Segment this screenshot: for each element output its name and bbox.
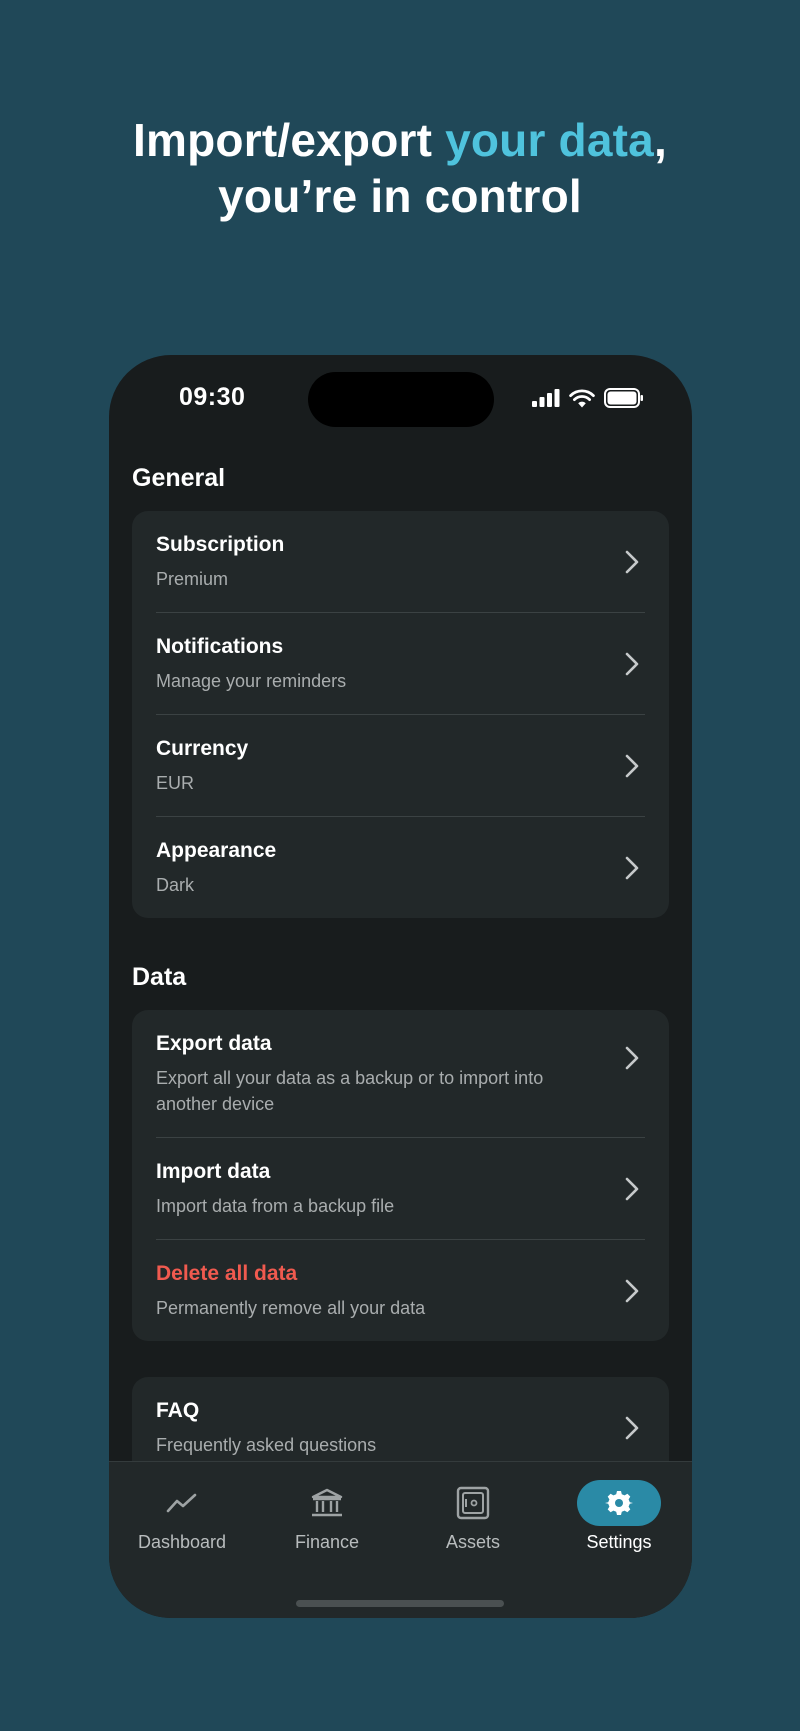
row-subtitle: Manage your reminders <box>156 671 347 691</box>
headline: Import/export your data, you’re in contr… <box>0 112 800 224</box>
row-title: Import data <box>156 1160 271 1183</box>
row-subtitle: Premium <box>156 569 229 589</box>
tab-settings[interactable]: Settings <box>559 1480 679 1562</box>
tab-dashboard[interactable]: Dashboard <box>122 1482 242 1562</box>
settings-row-export-data[interactable]: Export data Export all your data as a ba… <box>156 1010 645 1138</box>
row-subtitle: Permanently remove all your data <box>156 1298 426 1318</box>
headline-line-1: Import/export your data, <box>0 112 800 168</box>
row-title: Notifications <box>156 635 284 658</box>
row-subtitle: Frequently asked questions <box>156 1435 377 1455</box>
tab-label: Assets <box>445 1532 501 1552</box>
signal-icon <box>532 389 560 407</box>
settings-row-notifications[interactable]: Notifications Manage your reminders <box>156 613 645 715</box>
dynamic-island <box>308 372 494 427</box>
bank-icon <box>311 1488 343 1517</box>
chevron-right-icon <box>625 1046 639 1070</box>
tab-icon-wrapper <box>122 1482 242 1524</box>
row-subtitle: Dark <box>156 875 195 895</box>
safe-icon <box>456 1486 490 1520</box>
section-title-data: Data <box>132 963 187 991</box>
row-title: Export data <box>156 1032 272 1055</box>
chart-line-icon <box>166 1493 197 1513</box>
settings-content: General Subscription Premium Notificatio… <box>132 459 669 1478</box>
row-subtitle: Export all your data as a backup or to i… <box>156 1068 544 1114</box>
data-card: Export data Export all your data as a ba… <box>132 1010 669 1341</box>
settings-row-subscription[interactable]: Subscription Premium <box>156 511 645 613</box>
row-title: Currency <box>156 737 249 760</box>
tab-icon-wrapper <box>413 1482 533 1524</box>
chevron-right-icon <box>625 1416 639 1439</box>
chevron-right-icon <box>625 856 639 879</box>
chevron-right-icon <box>625 754 639 777</box>
row-title: Appearance <box>156 839 277 862</box>
status-icons <box>532 388 644 408</box>
tab-label: Settings <box>586 1532 652 1552</box>
headline-comma: , <box>653 114 667 166</box>
status-time: 09:30 <box>179 383 246 411</box>
tab-finance[interactable]: Finance <box>267 1482 387 1562</box>
wifi-icon <box>569 389 595 407</box>
row-title: FAQ <box>156 1399 200 1422</box>
row-title-danger: Delete all data <box>156 1262 298 1285</box>
active-tab-pill <box>577 1480 661 1526</box>
chevron-right-icon <box>625 652 639 675</box>
phone-frame: 09:30 General Subscription Premium Notif… <box>109 355 692 1618</box>
tab-label: Dashboard <box>137 1532 227 1552</box>
home-indicator <box>296 1600 504 1607</box>
chevron-right-icon <box>625 1177 639 1200</box>
chevron-right-icon <box>625 1279 639 1302</box>
chevron-right-icon <box>625 550 639 573</box>
tab-bar: Dashboard Finance Assets Settings <box>109 1461 692 1618</box>
settings-row-import-data[interactable]: Import data Import data from a backup fi… <box>156 1138 645 1240</box>
row-subtitle: EUR <box>156 773 195 793</box>
headline-text: Import/export <box>133 114 446 166</box>
headline-accent: your data <box>445 114 654 166</box>
tab-icon-wrapper <box>559 1480 679 1526</box>
general-card: Subscription Premium Notifications Manag… <box>132 511 669 918</box>
section-title-general: General <box>132 464 226 492</box>
headline-line-2: you’re in control <box>218 170 582 222</box>
row-subtitle: Import data from a backup file <box>156 1196 395 1216</box>
settings-row-appearance[interactable]: Appearance Dark <box>156 817 645 918</box>
row-title: Subscription <box>156 533 285 556</box>
settings-row-currency[interactable]: Currency EUR <box>156 715 645 817</box>
tab-label: Finance <box>294 1532 360 1552</box>
tab-assets[interactable]: Assets <box>413 1482 533 1562</box>
tab-icon-wrapper <box>267 1482 387 1524</box>
gear-icon <box>605 1491 633 1515</box>
settings-row-delete-all-data[interactable]: Delete all data Permanently remove all y… <box>156 1240 645 1341</box>
battery-icon <box>604 388 643 408</box>
